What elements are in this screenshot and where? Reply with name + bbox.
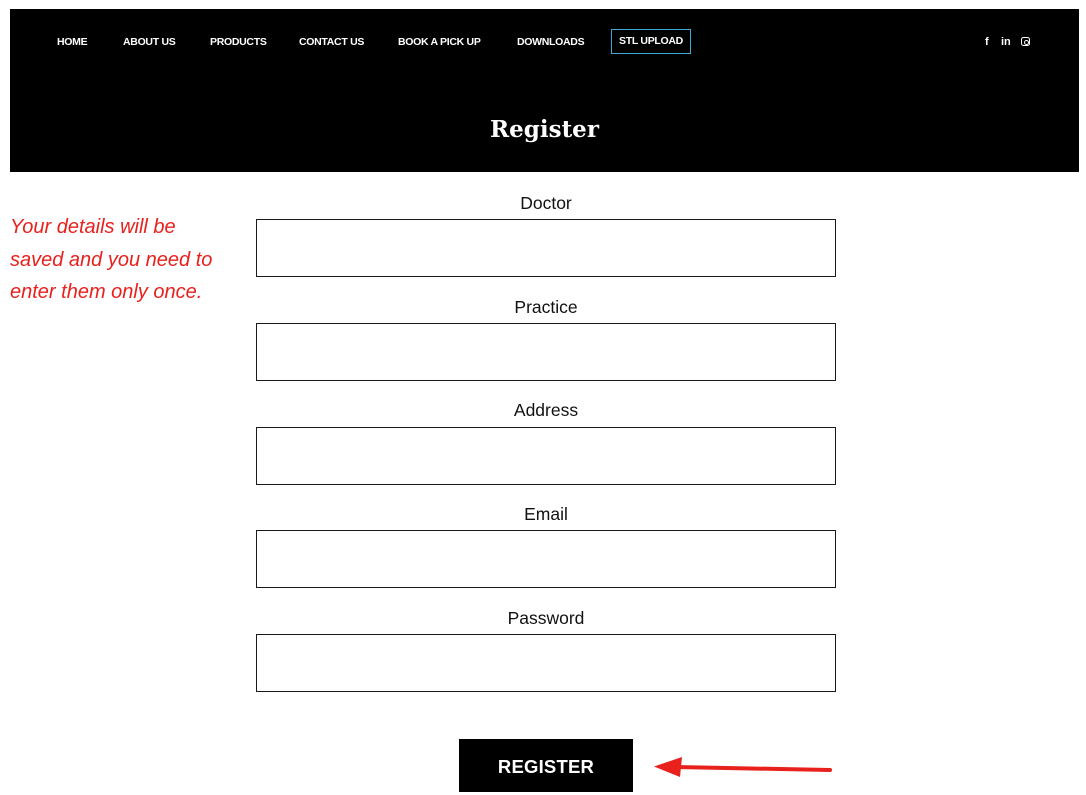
nav-item-contact-us[interactable]: CONTACT US xyxy=(299,35,364,49)
email-label: Email xyxy=(524,504,568,524)
doctor-label: Doctor xyxy=(520,193,572,213)
email-field[interactable] xyxy=(256,530,836,588)
password-label: Password xyxy=(507,608,585,628)
nav-item-book-a-pick-up[interactable]: BOOK A PICK UP xyxy=(398,35,481,49)
nav-item-about-us[interactable]: ABOUT US xyxy=(123,35,176,49)
address-label: Address xyxy=(513,400,579,420)
linkedin-icon[interactable]: in xyxy=(1001,35,1011,49)
annotation-note: Your details will be saved and you need … xyxy=(10,216,213,303)
address-field[interactable] xyxy=(256,427,836,485)
arrow-shaft xyxy=(674,765,832,772)
page-title: Register xyxy=(490,116,599,143)
nav-item-downloads[interactable]: DOWNLOADS xyxy=(517,35,585,49)
main-navigation: HOME ABOUT US PRODUCTS CONTACT US BOOK A… xyxy=(10,9,1079,71)
instagram-icon[interactable] xyxy=(1021,37,1030,46)
nav-item-stl-upload[interactable]: STL UPLOAD xyxy=(611,29,691,54)
practice-label: Practice xyxy=(514,297,578,317)
doctor-field[interactable] xyxy=(256,219,836,277)
red-arrow-annotation xyxy=(654,757,832,777)
nav-item-home[interactable]: HOME xyxy=(57,35,88,49)
nav-item-products[interactable]: PRODUCTS xyxy=(210,35,267,49)
arrow-head xyxy=(654,757,682,777)
register-button[interactable]: REGISTER xyxy=(459,739,633,792)
site-header: HOME ABOUT US PRODUCTS CONTACT US BOOK A… xyxy=(10,9,1079,172)
password-field[interactable] xyxy=(256,634,836,692)
practice-field[interactable] xyxy=(256,323,836,381)
facebook-icon[interactable]: f xyxy=(985,35,989,49)
